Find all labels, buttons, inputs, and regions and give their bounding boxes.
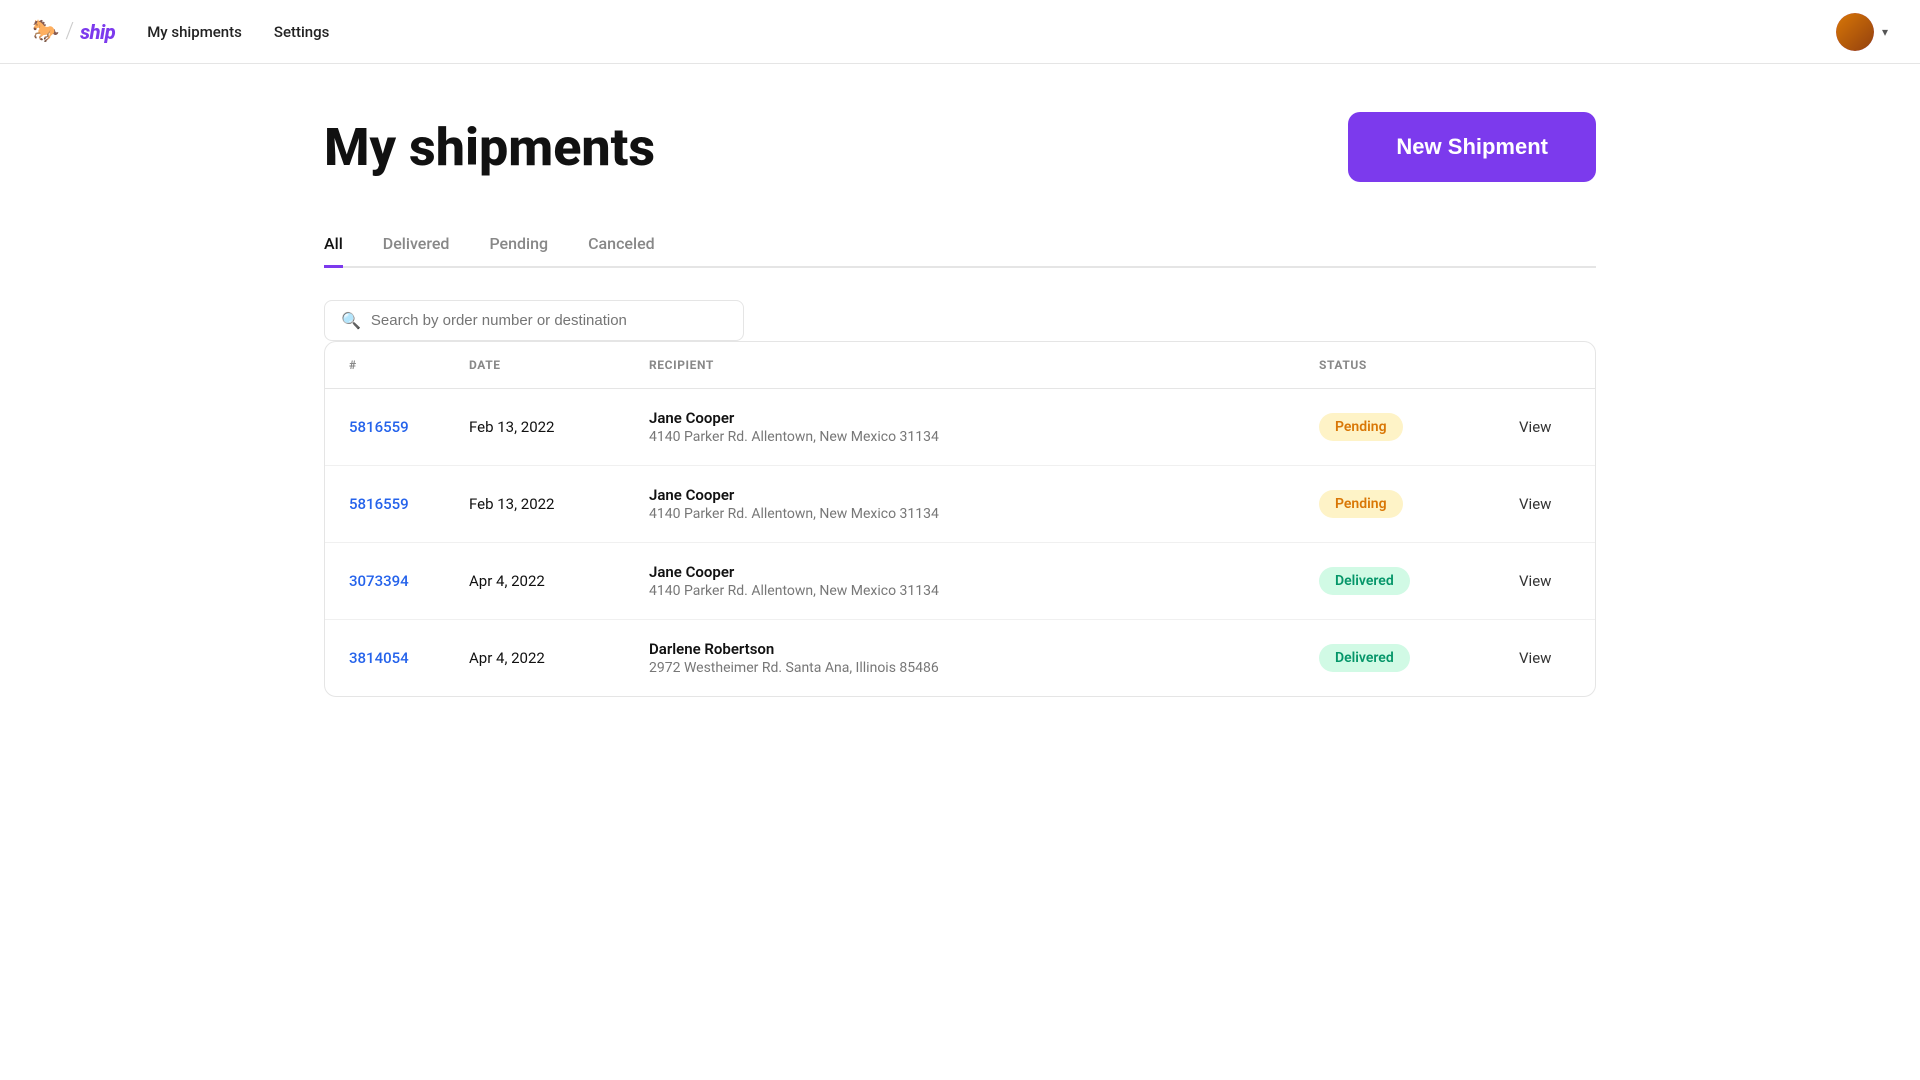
recipient-name-0: Jane Cooper [649,409,1271,427]
cell-date-2: Apr 4, 2022 [445,543,625,620]
order-link-3[interactable]: 3814054 [349,649,409,667]
col-header-number: # [325,342,445,389]
table-header: # DATE RECIPIENT STATUS [325,342,1595,389]
cell-action-1: View [1495,466,1595,543]
view-link-1[interactable]: View [1519,495,1551,513]
cell-action-2: View [1495,543,1595,620]
cell-recipient-2: Jane Cooper 4140 Parker Rd. Allentown, N… [625,543,1295,620]
cell-date-3: Apr 4, 2022 [445,620,625,697]
view-link-3[interactable]: View [1519,649,1551,667]
table-row: 5816559 Feb 13, 2022 Jane Cooper 4140 Pa… [325,389,1595,466]
page-header: My shipments New Shipment [324,112,1596,182]
cell-status-2: Delivered [1295,543,1495,620]
page-title: My shipments [324,117,655,178]
cell-status-0: Pending [1295,389,1495,466]
table-row: 3073394 Apr 4, 2022 Jane Cooper 4140 Par… [325,543,1595,620]
status-badge-2: Delivered [1319,567,1410,595]
recipient-name-3: Darlene Robertson [649,640,1271,658]
cell-date-0: Feb 13, 2022 [445,389,625,466]
search-icon: 🔍 [341,311,361,330]
cell-action-0: View [1495,389,1595,466]
cell-order-0: 5816559 [325,389,445,466]
search-input[interactable] [371,312,727,329]
view-link-0[interactable]: View [1519,418,1551,436]
tab-pending[interactable]: Pending [489,222,548,268]
table-body: 5816559 Feb 13, 2022 Jane Cooper 4140 Pa… [325,389,1595,697]
recipient-name-1: Jane Cooper [649,486,1271,504]
order-link-1[interactable]: 5816559 [349,495,409,513]
nav-settings[interactable]: Settings [274,23,330,41]
cell-recipient-1: Jane Cooper 4140 Parker Rd. Allentown, N… [625,466,1295,543]
logo-slash: / [65,19,74,44]
cell-order-1: 5816559 [325,466,445,543]
chevron-down-icon[interactable]: ▾ [1882,25,1888,39]
cell-action-3: View [1495,620,1595,697]
cell-status-1: Pending [1295,466,1495,543]
table-row: 3814054 Apr 4, 2022 Darlene Robertson 29… [325,620,1595,697]
navbar: 🐎 / ship My shipments Settings ▾ [0,0,1920,64]
order-link-2[interactable]: 3073394 [349,572,409,590]
logo-horse-icon: 🐎 [32,19,59,44]
col-header-date: DATE [445,342,625,389]
col-header-action [1495,342,1595,389]
recipient-address-1: 4140 Parker Rd. Allentown, New Mexico 31… [649,506,1271,522]
cell-date-1: Feb 13, 2022 [445,466,625,543]
main-content: My shipments New Shipment All Delivered … [260,64,1660,697]
tab-delivered[interactable]: Delivered [383,222,450,268]
recipient-address-0: 4140 Parker Rd. Allentown, New Mexico 31… [649,429,1271,445]
status-badge-0: Pending [1319,413,1403,441]
status-badge-3: Delivered [1319,644,1410,672]
cell-recipient-0: Jane Cooper 4140 Parker Rd. Allentown, N… [625,389,1295,466]
col-header-recipient: RECIPIENT [625,342,1295,389]
cell-recipient-3: Darlene Robertson 2972 Westheimer Rd. Sa… [625,620,1295,697]
recipient-address-2: 4140 Parker Rd. Allentown, New Mexico 31… [649,583,1271,599]
cell-order-3: 3814054 [325,620,445,697]
tabs: All Delivered Pending Canceled [324,222,1596,268]
col-header-status: STATUS [1295,342,1495,389]
recipient-name-2: Jane Cooper [649,563,1271,581]
tab-all[interactable]: All [324,222,343,268]
avatar[interactable] [1836,13,1874,51]
logo: 🐎 / ship [32,19,115,44]
view-link-2[interactable]: View [1519,572,1551,590]
nav-my-shipments[interactable]: My shipments [147,23,242,41]
new-shipment-button[interactable]: New Shipment [1348,112,1596,182]
status-badge-1: Pending [1319,490,1403,518]
recipient-address-3: 2972 Westheimer Rd. Santa Ana, Illinois … [649,660,1271,676]
order-link-0[interactable]: 5816559 [349,418,409,436]
tab-canceled[interactable]: Canceled [588,222,655,268]
cell-status-3: Delivered [1295,620,1495,697]
logo-text: ship [80,20,115,44]
shipments-table: # DATE RECIPIENT STATUS 5816559 Feb 13, … [325,342,1595,696]
avatar-image [1836,13,1874,51]
nav-right: ▾ [1836,13,1888,51]
search-wrapper: 🔍 [324,300,744,341]
nav-left: 🐎 / ship My shipments Settings [32,19,329,44]
shipments-table-container: # DATE RECIPIENT STATUS 5816559 Feb 13, … [324,341,1596,697]
table-row: 5816559 Feb 13, 2022 Jane Cooper 4140 Pa… [325,466,1595,543]
cell-order-2: 3073394 [325,543,445,620]
